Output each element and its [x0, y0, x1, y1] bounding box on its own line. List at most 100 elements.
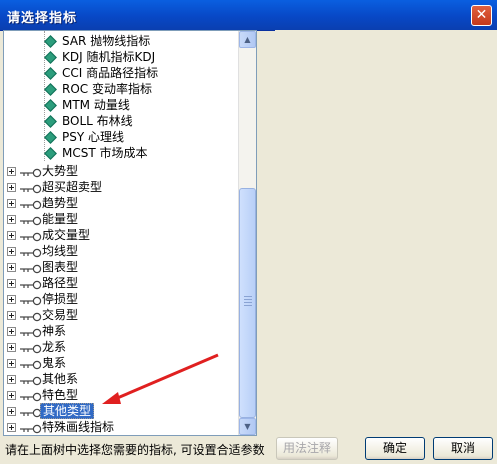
tree-category-label: 其他系: [42, 372, 79, 386]
scroll-down-icon: ▼: [244, 422, 251, 431]
tree-category-item[interactable]: 能量型: [4, 211, 240, 227]
tree-leaf-label: KDJ 随机指标KDJ: [62, 50, 156, 64]
usage-notes-button[interactable]: 用法注释: [276, 437, 338, 460]
tree-scrollbar[interactable]: ▲ ▼: [238, 31, 256, 435]
tree-category-label: 停损型: [42, 292, 79, 306]
tree-category-item[interactable]: 其他系: [4, 371, 240, 387]
key-icon: [20, 374, 42, 386]
key-icon: [20, 278, 42, 290]
diamond-icon: [44, 115, 57, 128]
tree-category-item[interactable]: 图表型: [4, 259, 240, 275]
tree-leaf-item[interactable]: MTM 动量线: [4, 97, 240, 113]
tree-category-label: 鬼系: [42, 356, 67, 370]
tree-category-item[interactable]: 成交量型: [4, 227, 240, 243]
diamond-icon: [44, 83, 57, 96]
scroll-down-button[interactable]: ▼: [239, 418, 256, 435]
scroll-up-icon: ▲: [244, 35, 251, 44]
tree-category-item[interactable]: 其他类型: [4, 403, 240, 419]
tree-category-label: 趋势型: [42, 196, 79, 210]
diamond-icon: [44, 131, 57, 144]
tree-category-item[interactable]: 神系: [4, 323, 240, 339]
scroll-thumb[interactable]: [239, 188, 256, 418]
title-bar: 请选择指标 ✕: [0, 0, 497, 31]
plus-expander-icon[interactable]: [7, 295, 16, 304]
indicator-tree[interactable]: SAR 抛物线指标 KDJ 随机指标KDJ CCI 商品路径指标 ROC 变动率指标 M…: [3, 30, 257, 436]
close-icon: ✕: [475, 7, 488, 23]
tree-leaf-item[interactable]: SAR 抛物线指标: [4, 33, 240, 49]
tree-leaf-label: PSY 心理线: [62, 130, 124, 144]
tree-category-label: 特色型: [42, 388, 79, 402]
tree-leaf-item[interactable]: PSY 心理线: [4, 129, 240, 145]
tree-category-item[interactable]: 大势型: [4, 163, 240, 179]
plus-expander-icon[interactable]: [7, 279, 16, 288]
plus-expander-icon[interactable]: [7, 391, 16, 400]
plus-expander-icon[interactable]: [7, 247, 16, 256]
tree-leaf-label: SAR 抛物线指标: [62, 34, 151, 48]
plus-expander-icon[interactable]: [7, 423, 16, 432]
tree-category-item[interactable]: 均线型: [4, 243, 240, 259]
plus-expander-icon[interactable]: [7, 215, 16, 224]
key-icon: [20, 214, 42, 226]
plus-expander-icon[interactable]: [7, 311, 16, 320]
scroll-up-button[interactable]: ▲: [239, 31, 256, 48]
tree-category-label: 超买超卖型: [42, 180, 103, 194]
diamond-icon: [44, 67, 57, 80]
tree-category-label: 龙系: [42, 340, 67, 354]
tree-leaf-item[interactable]: CCI 商品路径指标: [4, 65, 240, 81]
status-text: 请在上面树中选择您需要的指标, 可设置合适参数: [5, 443, 265, 457]
key-icon: [20, 406, 42, 418]
key-icon: [20, 422, 42, 434]
tree-category-item[interactable]: 交易型: [4, 307, 240, 323]
plus-expander-icon[interactable]: [7, 343, 16, 352]
tree-category-item[interactable]: 趋势型: [4, 195, 240, 211]
tree-category-label: 均线型: [42, 244, 79, 258]
key-icon: [20, 246, 42, 258]
key-icon: [20, 294, 42, 306]
plus-expander-icon[interactable]: [7, 199, 16, 208]
tree-category-item[interactable]: 鬼系: [4, 355, 240, 371]
plus-expander-icon[interactable]: [7, 167, 16, 176]
key-icon: [20, 310, 42, 322]
key-icon: [20, 230, 42, 242]
tree-category-label: 图表型: [42, 260, 79, 274]
tree-leaf-item[interactable]: BOLL 布林线: [4, 113, 240, 129]
key-icon: [20, 326, 42, 338]
diamond-icon: [44, 35, 57, 48]
tree-leaf-item[interactable]: KDJ 随机指标KDJ: [4, 49, 240, 65]
tree-category-item[interactable]: 特殊画线指标: [4, 419, 240, 435]
plus-expander-icon[interactable]: [7, 231, 16, 240]
close-button[interactable]: ✕: [471, 5, 492, 26]
ok-button[interactable]: 确定: [365, 437, 425, 460]
key-icon: [20, 166, 42, 178]
plus-expander-icon[interactable]: [7, 375, 16, 384]
tree-category-label: 成交量型: [42, 228, 91, 242]
tree-category-item[interactable]: 特色型: [4, 387, 240, 403]
cancel-button[interactable]: 取消: [433, 437, 493, 460]
description-pane: [275, 30, 497, 436]
tree-category-item[interactable]: 龙系: [4, 339, 240, 355]
tree-category-label: 能量型: [42, 212, 79, 226]
plus-expander-icon[interactable]: [7, 263, 16, 272]
window-title: 请选择指标: [7, 11, 78, 26]
plus-expander-icon[interactable]: [7, 359, 16, 368]
tree-leaf-item[interactable]: ROC 变动率指标: [4, 81, 240, 97]
key-icon: [20, 262, 42, 274]
key-icon: [20, 182, 42, 194]
tree-category-item[interactable]: 超买超卖型: [4, 179, 240, 195]
key-icon: [20, 342, 42, 354]
plus-expander-icon[interactable]: [7, 183, 16, 192]
tree-category-item[interactable]: 路径型: [4, 275, 240, 291]
tree-category-label: 交易型: [42, 308, 79, 322]
diamond-icon: [44, 99, 57, 112]
plus-expander-icon[interactable]: [7, 327, 16, 336]
tree-category-label: 其他类型: [40, 403, 95, 419]
diamond-icon: [44, 147, 57, 160]
tree-leaf-label: BOLL 布林线: [62, 114, 133, 128]
tree-category-item[interactable]: 停损型: [4, 291, 240, 307]
tree-category-label: 神系: [42, 324, 67, 338]
plus-expander-icon[interactable]: [7, 407, 16, 416]
key-icon: [20, 390, 42, 402]
tree-leaf-label: MTM 动量线: [62, 98, 130, 112]
tree-leaf-item[interactable]: MCST 市场成本: [4, 145, 240, 161]
tree-category-label: 特殊画线指标: [42, 420, 115, 434]
